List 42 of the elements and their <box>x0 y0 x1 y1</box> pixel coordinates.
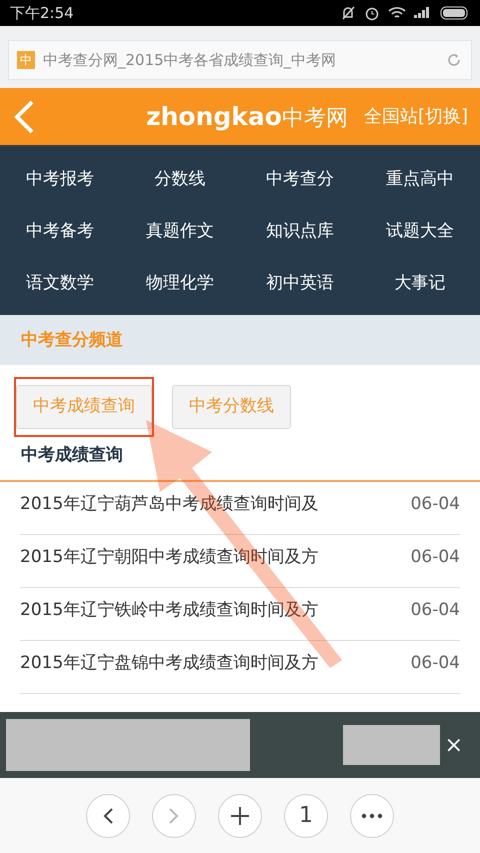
alarm-icon <box>364 5 380 21</box>
tab-count-button[interactable]: 1 <box>284 794 328 838</box>
menu-button[interactable] <box>350 794 394 838</box>
nav-link[interactable]: 中考查分 <box>240 153 360 205</box>
article-link[interactable]: 2015年辽宁葫芦岛中考成绩查询时间及 <box>20 492 318 534</box>
article-link[interactable]: 2015年辽宁盘锦中考成绩查询时间及方 <box>20 651 318 693</box>
more-icon <box>361 812 383 818</box>
nav-link[interactable]: 试题大全 <box>360 205 480 257</box>
nav-link[interactable]: 物理化学 <box>120 257 240 309</box>
nav-link[interactable]: 重点高中 <box>360 153 480 205</box>
site-icon: 中 <box>17 51 35 69</box>
article-date: 06-04 <box>410 546 460 569</box>
nav-link[interactable]: 中考备考 <box>0 205 120 257</box>
back-icon <box>101 806 115 824</box>
nav-link[interactable]: 分数线 <box>120 153 240 205</box>
signal-icon <box>414 7 432 19</box>
forward-icon <box>167 806 181 824</box>
nav-link[interactable]: 真题作文 <box>120 205 240 257</box>
channel-title: 中考查分频道 <box>0 315 480 365</box>
article-date: 06-04 <box>410 652 460 675</box>
article-link[interactable]: 2015年辽宁铁岭中考成绩查询时间及方 <box>20 598 318 640</box>
muted-bell-icon <box>340 5 356 21</box>
reload-icon[interactable] <box>445 51 463 69</box>
back-button[interactable] <box>86 794 130 838</box>
wifi-icon <box>388 6 406 20</box>
nav-link[interactable]: 语文数学 <box>0 257 120 309</box>
nav-link[interactable]: 大事记 <box>360 257 480 309</box>
page-title: 中考查分网_2015中考各省成绩查询_中考网 <box>43 50 338 71</box>
section-title: 中考成绩查询 <box>0 442 480 482</box>
plus-icon <box>230 806 250 826</box>
back-icon[interactable] <box>12 98 36 134</box>
close-button[interactable]: × <box>444 728 464 762</box>
clock-time: 下午2:54 <box>10 2 74 24</box>
battery-icon <box>440 6 470 20</box>
new-tab-button[interactable] <box>218 794 262 838</box>
article-date: 06-04 <box>410 493 460 516</box>
nav-link[interactable]: 初中英语 <box>240 257 360 309</box>
nav-link[interactable]: 知识点库 <box>240 205 360 257</box>
article-date: 06-04 <box>410 599 460 622</box>
forward-button[interactable] <box>152 794 196 838</box>
nav-link[interactable]: 中考报考 <box>0 153 120 205</box>
article-link[interactable]: 2015年辽宁朝阳中考成绩查询时间及方 <box>20 545 318 587</box>
